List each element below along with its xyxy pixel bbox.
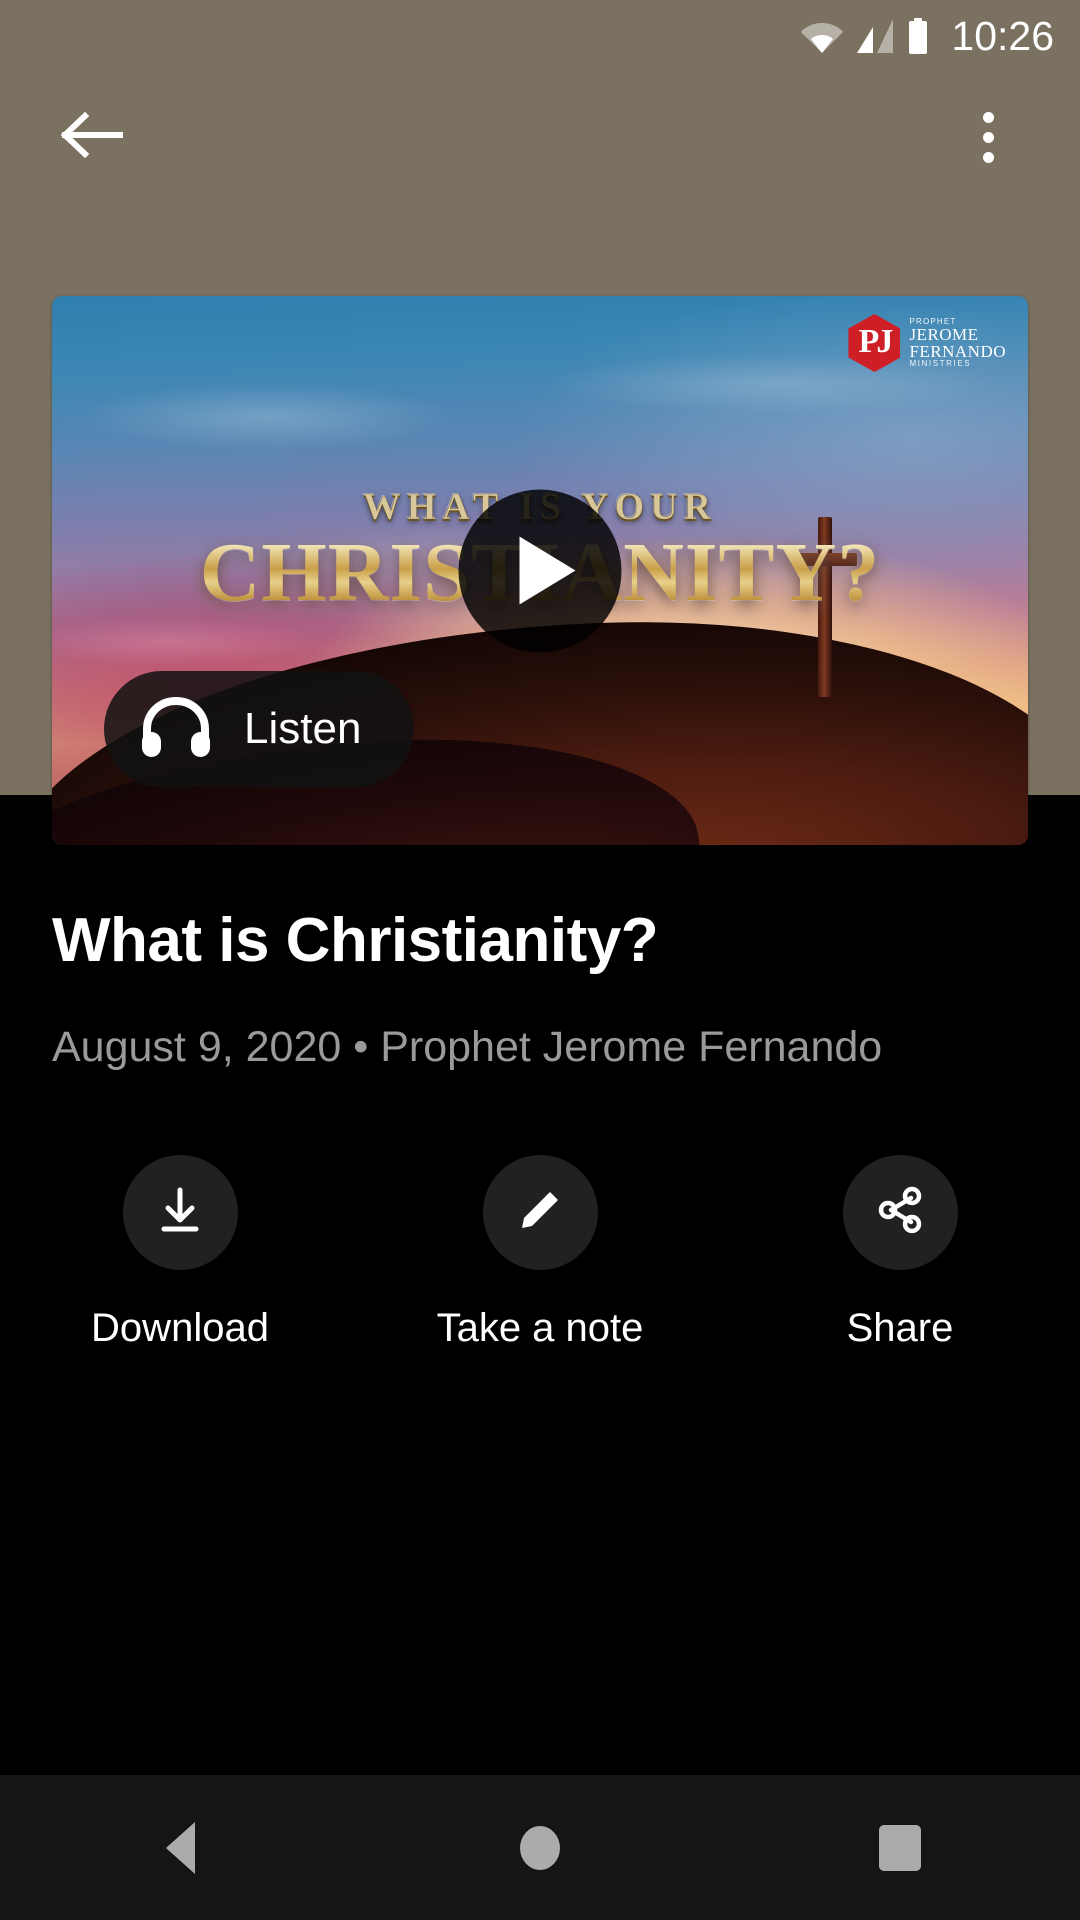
- share-icon: [873, 1183, 927, 1242]
- take-a-note-button-circle: [482, 1155, 598, 1270]
- more-vertical-icon: [982, 111, 994, 163]
- circle-home-icon: [520, 1825, 560, 1870]
- play-icon: [519, 536, 575, 605]
- hexagon-logo-icon: PJ: [848, 314, 901, 372]
- logo-line-prophet: PROPHET: [909, 317, 957, 326]
- overflow-menu-button[interactable]: [944, 93, 1032, 181]
- arrow-left-icon: [60, 111, 124, 163]
- video-player-thumbnail[interactable]: WHAT IS YOUR CHRISTIANITY? PJ PROPHET JE…: [52, 296, 1028, 845]
- battery-icon: [907, 18, 929, 54]
- triangle-back-icon: [165, 1821, 195, 1874]
- share-button-circle: [842, 1155, 958, 1270]
- android-navigation-bar: [0, 1775, 1080, 1920]
- logo-line-ministries: MINISTRIES: [909, 359, 972, 368]
- logo-line-fernando: FERNANDO: [909, 342, 1006, 361]
- take-a-note-button-label: Take a note: [436, 1306, 644, 1350]
- ministry-logo: PJ PROPHET JEROME FERNANDO MINISTRIES: [848, 314, 1006, 372]
- status-bar: 10:26: [0, 0, 1080, 72]
- share-button-label: Share: [846, 1306, 954, 1350]
- nav-back-button[interactable]: [105, 1775, 255, 1920]
- page-title: What is Christianity?: [52, 906, 659, 975]
- nav-home-button[interactable]: [465, 1775, 615, 1920]
- listen-button[interactable]: Listen: [104, 671, 414, 787]
- download-button-label: Download: [91, 1306, 269, 1350]
- status-bar-clock: 10:26: [951, 12, 1054, 59]
- logo-monogram: PJ: [858, 323, 894, 360]
- logo-wordmark: PROPHET JEROME FERNANDO MINISTRIES: [909, 318, 1006, 368]
- logo-line-jerome: JEROME: [909, 325, 979, 344]
- cellular-signal-icon: [855, 19, 895, 53]
- headphones-icon: [140, 696, 212, 763]
- square-recents-icon: [879, 1824, 921, 1871]
- action-row: Download Take a note Share: [0, 1155, 1080, 1351]
- download-button[interactable]: Download: [0, 1155, 360, 1351]
- sermon-metadata: August 9, 2020 • Prophet Jerome Fernando: [52, 1023, 883, 1071]
- listen-button-label: Listen: [244, 704, 362, 753]
- pencil-icon: [514, 1184, 566, 1241]
- share-button[interactable]: Share: [720, 1155, 1080, 1351]
- take-a-note-button[interactable]: Take a note: [360, 1155, 720, 1351]
- nav-recents-button[interactable]: [825, 1775, 975, 1920]
- download-button-circle: [122, 1155, 238, 1270]
- download-icon: [153, 1183, 207, 1242]
- wifi-icon: [801, 19, 844, 53]
- play-button[interactable]: [458, 489, 622, 652]
- back-button[interactable]: [48, 93, 136, 181]
- app-bar: [0, 72, 1080, 202]
